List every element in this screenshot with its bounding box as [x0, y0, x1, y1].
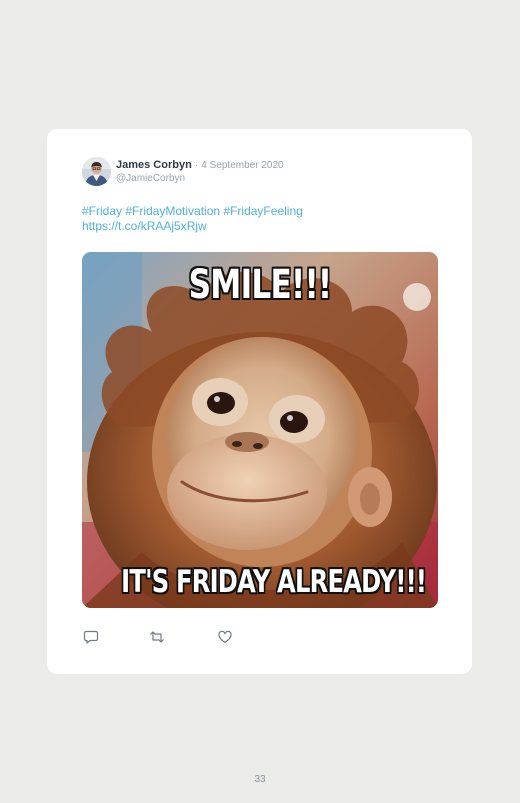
like-icon — [218, 630, 232, 644]
page-number: 33 — [254, 774, 266, 785]
retweet-button[interactable] — [149, 629, 165, 645]
author-avatar[interactable] — [82, 157, 111, 186]
reply-icon — [83, 630, 99, 644]
tweet-date: 4 September 2020 — [201, 160, 284, 171]
reply-button[interactable] — [83, 629, 99, 645]
tweet-text: #Friday #FridayMotivation #FridayFeeling… — [82, 204, 442, 234]
hashtag-friday-feeling[interactable]: #FridayFeeling — [223, 204, 302, 218]
author-handle[interactable]: @JamieCorbyn — [116, 173, 284, 185]
date-separator: · — [194, 160, 199, 171]
hashtag-friday[interactable]: #Friday — [82, 204, 122, 218]
meme-caption-top: SMILE!!! — [188, 262, 333, 308]
retweet-icon — [150, 631, 164, 643]
tweet-card: James Corbyn · 4 September 2020 @JamieCo… — [47, 129, 472, 674]
tweet-link[interactable]: https://t.co/kRAAj5xRjw — [82, 219, 207, 233]
avatar-image — [82, 157, 111, 186]
tweet-image[interactable]: SMILE!!! IT'S FRIDAY ALREADY!!! — [82, 252, 438, 608]
meme-caption-bottom: IT'S FRIDAY ALREADY!!! — [121, 564, 427, 600]
hashtag-friday-motivation[interactable]: #FridayMotivation — [125, 204, 220, 218]
author-name[interactable]: James Corbyn — [116, 159, 192, 171]
like-button[interactable] — [217, 629, 233, 645]
tweet-author: James Corbyn · 4 September 2020 @JamieCo… — [116, 158, 284, 185]
